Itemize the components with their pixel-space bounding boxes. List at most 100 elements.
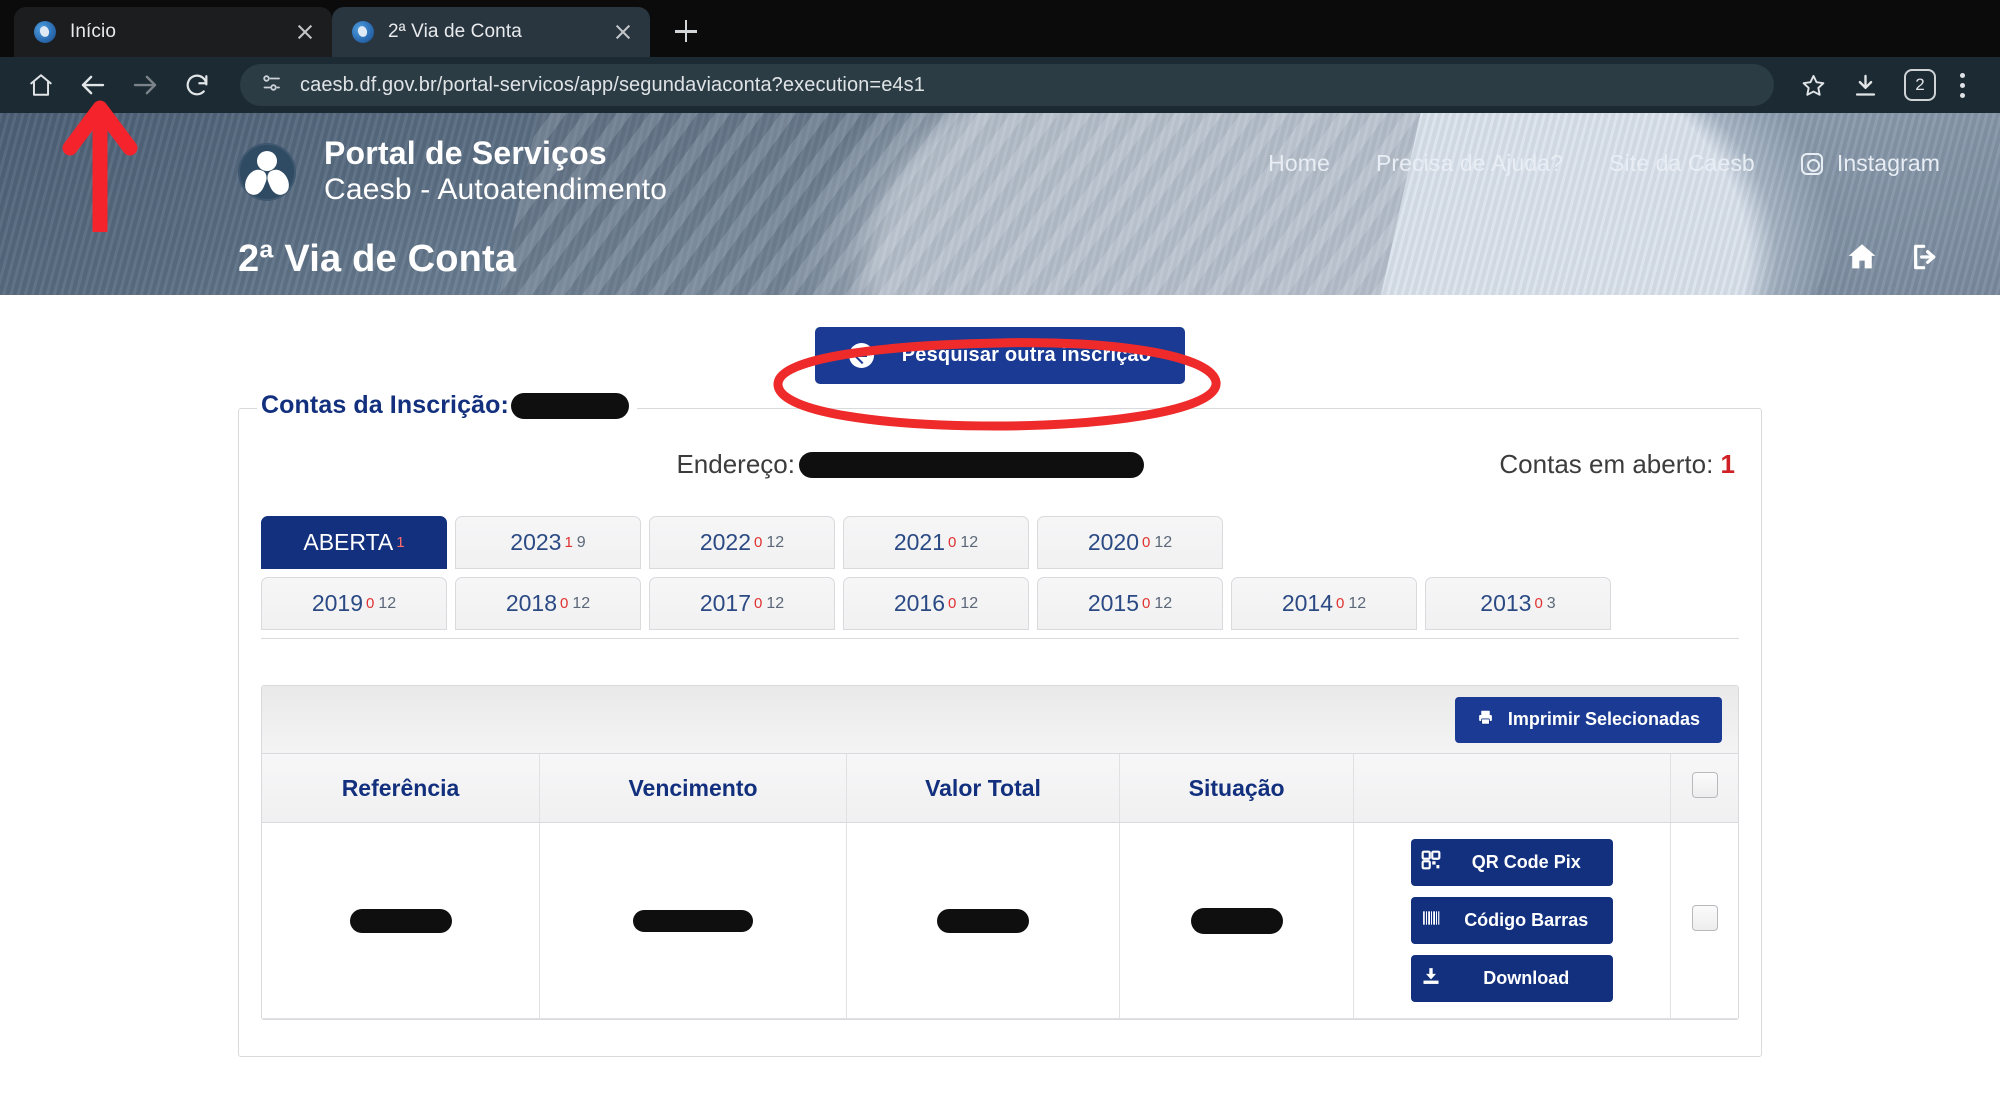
tab-total-count: 12 [766, 533, 785, 551]
brand-subtitle: Caesb - Autoatendimento [324, 173, 668, 207]
logout-icon[interactable] [1908, 241, 1942, 278]
cell-actions: QR Code Pix Código Barras Download [1353, 822, 1672, 1019]
tab-total-count: 12 [572, 594, 591, 612]
tab-2015[interactable]: 2015 0 12 [1037, 577, 1223, 630]
redacted-address-value [798, 451, 1144, 478]
home-icon[interactable] [1844, 240, 1880, 279]
tab-2017[interactable]: 2017 0 12 [649, 577, 835, 630]
search-another-registration-button[interactable]: Pesquisar outra inscrição [814, 327, 1186, 384]
tab-label: 2022 [699, 529, 752, 555]
tab-open-count: 0 [948, 534, 957, 551]
tab-aberta[interactable]: ABERTA 1 [261, 516, 447, 569]
tab-2022[interactable]: 2022 0 12 [649, 516, 835, 569]
back-icon[interactable] [70, 62, 116, 108]
tab-total-count: 12 [378, 594, 397, 612]
close-icon[interactable] [292, 19, 318, 45]
print-selected-button[interactable]: Imprimir Selecionadas [1454, 696, 1722, 743]
tab-2013[interactable]: 2013 0 3 [1425, 577, 1611, 630]
instagram-icon [1800, 152, 1823, 175]
printer-icon [1477, 709, 1494, 731]
qr-code-pix-label: QR Code Pix [1471, 852, 1581, 872]
downloads-icon[interactable] [1842, 62, 1888, 108]
tab-strip: Início 2ª Via de Conta [0, 0, 2000, 57]
caesb-favicon-icon [34, 21, 56, 43]
fieldset-legend-label: Contas da Inscrição: [261, 391, 509, 419]
column-header-valor-total: Valor Total [846, 754, 1121, 823]
tab-label: 2020 [1087, 529, 1140, 555]
new-tab-button[interactable] [662, 7, 710, 55]
download-label: Download [1483, 968, 1570, 988]
select-all-checkbox[interactable] [1691, 772, 1718, 798]
tab-open-count: 0 [1534, 595, 1543, 612]
print-selected-label: Imprimir Selecionadas [1507, 709, 1700, 729]
tab-open-count: 1 [396, 534, 405, 551]
redacted-situacao-value [1190, 907, 1283, 934]
tab-2023[interactable]: 2023 1 9 [455, 516, 641, 569]
tab-2018[interactable]: 2018 0 12 [455, 577, 641, 630]
tab-2016[interactable]: 2016 0 12 [843, 577, 1029, 630]
accounts-table-card: Imprimir Selecionadas Referência Vencime… [261, 685, 1739, 1020]
column-header-select-all [1670, 754, 1738, 823]
table-row: QR Code Pix Código Barras Download [262, 822, 1738, 1019]
nav-link-precisa-de-ajuda[interactable]: Precisa de Ajuda? [1376, 150, 1563, 177]
tab-open-count: 0 [1142, 595, 1151, 612]
home-icon[interactable] [18, 62, 64, 108]
profile-badge[interactable]: 2 [1904, 69, 1936, 101]
column-header-referencia: Referência [262, 754, 541, 823]
tab-label: 2015 [1087, 590, 1140, 616]
open-accounts-status: Contas em aberto: 1 [1499, 449, 1739, 480]
browser-tab-inicio[interactable]: Início [14, 7, 332, 57]
barcode-icon [1421, 908, 1441, 933]
tab-2021[interactable]: 2021 0 12 [843, 516, 1029, 569]
tab-total-count: 12 [1154, 594, 1173, 612]
tab-label: 2023 [510, 529, 562, 555]
close-icon[interactable] [610, 19, 636, 45]
tab-2019[interactable]: 2019 0 12 [261, 577, 447, 630]
tab-total-count: 9 [576, 533, 586, 551]
tab-total-count: 3 [1546, 594, 1556, 612]
browser-toolbar: caesb.df.gov.br/portal-servicos/app/segu… [0, 57, 2000, 113]
tab-label: 2013 [1480, 590, 1532, 616]
table-toolbar: Imprimir Selecionadas [262, 686, 1738, 754]
redacted-vencimento-value [633, 909, 753, 932]
kebab-menu-icon[interactable] [1942, 62, 1982, 108]
download-button[interactable]: Download [1411, 955, 1614, 1002]
nav-link-instagram-label: Instagram [1836, 150, 1940, 176]
nav-link-instagram[interactable]: Instagram [1800, 150, 1940, 177]
tab-2014[interactable]: 2014 0 12 [1231, 577, 1417, 630]
bookmark-star-icon[interactable] [1790, 62, 1836, 108]
qr-code-pix-button[interactable]: QR Code Pix [1411, 839, 1614, 886]
row-select-checkbox[interactable] [1691, 905, 1718, 931]
accounts-table: Referência Vencimento Valor Total Situaç… [262, 754, 1738, 1019]
tab-total-count: 12 [766, 594, 785, 612]
brand-title: Portal de Serviços [324, 135, 607, 171]
nav-link-site-da-caesb[interactable]: Site da Caesb [1609, 150, 1755, 177]
address-bar[interactable]: caesb.df.gov.br/portal-servicos/app/segu… [240, 64, 1774, 106]
page-title: 2ª Via de Conta [238, 238, 517, 280]
qr-code-icon [1421, 850, 1441, 875]
nav-link-home[interactable]: Home [1268, 150, 1330, 177]
tab-2020[interactable]: 2020 0 12 [1037, 516, 1223, 569]
tab-open-count: 0 [1142, 534, 1151, 551]
tab-label: 2016 [893, 590, 946, 616]
tab-total-count: 12 [960, 594, 979, 612]
tab-label: 2021 [893, 529, 946, 555]
column-header-actions [1353, 754, 1672, 823]
open-accounts-label: Contas em aberto: [1499, 449, 1714, 479]
browser-tab-segunda-via-de-conta[interactable]: 2ª Via de Conta [332, 7, 650, 57]
tab-total-count: 12 [1348, 594, 1367, 612]
site-info-icon[interactable] [260, 71, 284, 100]
download-icon [1421, 966, 1441, 991]
tab-open-count: 0 [948, 595, 957, 612]
search-another-registration-label: Pesquisar outra inscrição [901, 344, 1152, 366]
codigo-barras-button[interactable]: Código Barras [1411, 897, 1614, 944]
reload-icon[interactable] [174, 62, 220, 108]
tab-label: 2017 [699, 590, 752, 616]
year-tabs-row-2: 2019 0 12 2018 0 12 2017 0 12 2016 0 12 2015 0 12 … [261, 577, 1739, 639]
tab-label: 2014 [1281, 590, 1334, 616]
tab-total-count: 12 [960, 533, 979, 551]
tab-label: 2018 [505, 590, 558, 616]
tab-open-count: 0 [560, 595, 569, 612]
tab-open-count: 0 [754, 534, 763, 551]
accounts-fieldset: Contas da Inscrição: Endereço: Contas em… [238, 391, 1762, 1057]
